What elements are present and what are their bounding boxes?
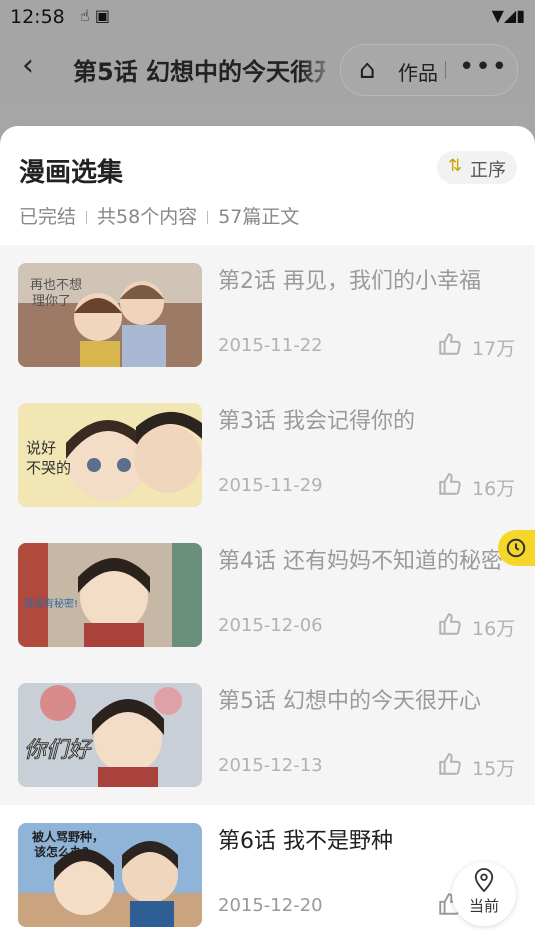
svg-text:你们好: 你们好 <box>24 738 93 763</box>
thumbs-up-icon[interactable] <box>437 471 463 497</box>
like-count: 15万 <box>472 758 516 780</box>
svg-text:被人骂野种，: 被人骂野种， <box>32 829 104 844</box>
works-button[interactable]: 作品 <box>398 57 438 86</box>
svg-text:该怎么办?: 该怎么办? <box>34 844 89 859</box>
thumbs-up-icon[interactable] <box>437 611 463 637</box>
title-fade <box>300 44 340 92</box>
episode-title: 第3话 我会记得你的 <box>218 409 415 434</box>
collection-meta: 已完结 共58个内容 57篇正文 <box>19 202 299 229</box>
reading-progress-badge[interactable] <box>498 530 535 566</box>
episode-date: 2015-12-13 <box>218 755 323 776</box>
like-count: 16万 <box>472 618 516 640</box>
svg-text:理你了: 理你了 <box>32 294 71 309</box>
sheet-title: 漫画选集 <box>19 158 124 188</box>
episode-title: 第4话 还有妈妈不知道的秘密 <box>218 549 503 574</box>
episode-title: 第6话 我不是野种 <box>218 829 393 854</box>
status-bar: 12:58 ☝ ▣ ▼◢▮ <box>0 0 535 36</box>
episode-thumbnail: 被人骂野种， 该怎么办? <box>18 823 202 927</box>
meta-divider <box>86 211 88 224</box>
status-notification-icons: ☝ ▣ <box>80 6 110 25</box>
episode-thumbnail: 再也不想 理你了 <box>18 263 202 367</box>
episode-row[interactable]: 我没有秘密! 第4话 还有妈妈不知道的秘密 2015-12-06 16万 <box>0 525 535 665</box>
thumbs-up-icon[interactable] <box>437 751 463 777</box>
meta-episodes: 57篇正文 <box>218 206 300 228</box>
page-title: 第5话 幻想中的今天很开心 <box>73 58 325 86</box>
meta-total: 共58个内容 <box>97 206 198 228</box>
episode-list: 再也不想 理你了 第2话 再见，我们的小幸福 2015-11-22 17万 说好… <box>0 245 535 945</box>
episode-title: 第5话 幻想中的今天很开心 <box>218 689 481 714</box>
episode-row[interactable]: 说好 不哭的 第3话 我会记得你的 2015-11-29 16万 <box>0 385 535 525</box>
episode-date: 2015-12-20 <box>218 895 323 916</box>
svg-text:我没有秘密!: 我没有秘密! <box>24 597 78 610</box>
episode-date: 2015-11-22 <box>218 335 323 356</box>
episode-date: 2015-11-29 <box>218 475 323 496</box>
like-count: 16万 <box>472 478 516 500</box>
svg-text:不哭的: 不哭的 <box>26 459 71 477</box>
episode-title: 第2话 再见，我们的小幸福 <box>218 269 481 294</box>
locate-label: 当前 <box>468 897 499 915</box>
status-system-icons: ▼◢▮ <box>491 6 525 25</box>
sort-label: 正序 <box>470 160 506 181</box>
top-bar: ‹ 第5话 幻想中的今天很开心 ⌂ 作品 ••• <box>0 36 535 100</box>
episode-date: 2015-12-06 <box>218 615 323 636</box>
clock-icon <box>506 538 526 558</box>
episode-row[interactable]: 被人骂野种， 该怎么办? 第6话 我不是野种 2015-12-20 1万 <box>0 805 535 945</box>
works-menu-pill: ⌂ 作品 ••• <box>340 44 518 96</box>
more-dots-icon[interactable]: ••• <box>459 52 508 82</box>
location-pin-icon <box>474 868 494 893</box>
sort-arrows-icon: ⇅ <box>448 156 463 176</box>
back-icon[interactable]: ‹ <box>22 48 34 83</box>
locate-current-button[interactable]: 当前 <box>452 862 516 926</box>
status-time: 12:58 <box>10 6 65 28</box>
meta-status: 已完结 <box>19 206 77 228</box>
pill-divider <box>445 61 446 79</box>
episode-row[interactable]: 你们好 第5话 幻想中的今天很开心 2015-12-13 15万 <box>0 665 535 805</box>
like-count: 17万 <box>472 338 516 360</box>
sparkle-home-icon[interactable]: ⌂ <box>359 55 376 85</box>
episode-thumbnail: 我没有秘密! <box>18 543 202 647</box>
sort-button[interactable]: ⇅ 正序 <box>437 151 517 184</box>
episode-sheet: 漫画选集 ⇅ 正序 已完结 共58个内容 57篇正文 再也不想 理你了 第2话 … <box>0 126 535 952</box>
episode-thumbnail: 说好 不哭的 <box>18 403 202 507</box>
svg-text:说好: 说好 <box>26 439 56 457</box>
thumbs-up-icon[interactable] <box>437 331 463 357</box>
meta-divider <box>207 211 209 224</box>
thumb-text: 再也不想 <box>30 277 82 293</box>
episode-row[interactable]: 再也不想 理你了 第2话 再见，我们的小幸福 2015-11-22 17万 <box>0 245 535 385</box>
episode-thumbnail: 你们好 <box>18 683 202 787</box>
